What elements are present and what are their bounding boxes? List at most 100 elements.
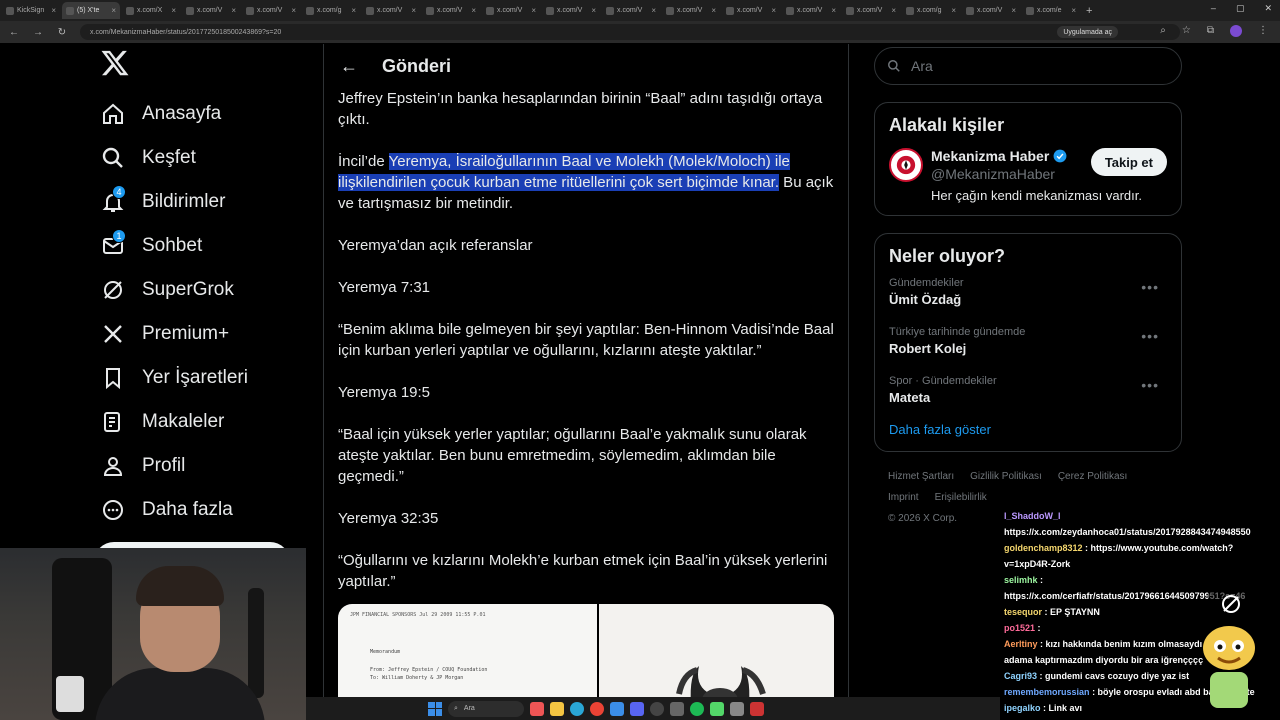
- footer-link[interactable]: Erişilebilirlik: [935, 492, 987, 503]
- obs-icon[interactable]: [650, 701, 664, 716]
- profile-avatar-icon[interactable]: [1230, 25, 1242, 37]
- widgets-icon[interactable]: [530, 701, 544, 716]
- tab-close-icon[interactable]: ×: [951, 6, 956, 15]
- app-icon[interactable]: [670, 701, 684, 716]
- browser-tab[interactable]: x.com/V ×: [602, 2, 660, 19]
- reload-icon[interactable]: ↻: [56, 27, 68, 38]
- tab-close-icon[interactable]: ×: [711, 6, 716, 15]
- browser-tab[interactable]: x.com/V ×: [422, 2, 480, 19]
- spotify-icon[interactable]: [690, 701, 704, 716]
- browser-tab[interactable]: (5) X'te ×: [62, 2, 120, 19]
- minimize-icon[interactable]: –: [1211, 3, 1216, 14]
- edge-icon[interactable]: [570, 701, 584, 716]
- tab-close-icon[interactable]: ×: [831, 6, 836, 15]
- trend-item[interactable]: Türkiye tarihinde gündemde Robert Kolej ••…: [889, 318, 1167, 367]
- address-bar[interactable]: x.com/MekanizmaHaber/status/201772501850…: [80, 24, 1180, 40]
- bookmark-star-icon[interactable]: ☆: [1182, 25, 1191, 37]
- close-window-icon[interactable]: ✕: [1264, 3, 1272, 14]
- browser-tab[interactable]: x.com/V ×: [362, 2, 420, 19]
- taskbar-search[interactable]: ⌕ Ara: [448, 700, 524, 717]
- app-icon[interactable]: [610, 701, 624, 716]
- related-person[interactable]: Mekanizma Haber @MekanizmaHaber Her çağı…: [889, 148, 1167, 203]
- trend-item[interactable]: Spor · Gündemdekiler Mateta •••: [889, 367, 1167, 416]
- browser-tab[interactable]: x.com/V ×: [722, 2, 780, 19]
- person-bio: Her çağın kendi mekanizması vardır.: [931, 188, 1142, 203]
- goat-image[interactable]: [599, 604, 834, 704]
- follow-button[interactable]: Takip et: [1090, 148, 1167, 176]
- more-options-icon[interactable]: •••: [1141, 279, 1159, 295]
- maximize-icon[interactable]: ▢: [1236, 3, 1245, 14]
- nav-item-sohbet[interactable]: 1 Sohbet: [96, 224, 316, 268]
- x-logo-icon[interactable]: [100, 48, 134, 82]
- tab-close-icon[interactable]: ×: [231, 6, 236, 15]
- browser-tab[interactable]: x.com/V ×: [662, 2, 720, 19]
- nav-item-profil[interactable]: Profil: [96, 444, 316, 488]
- browser-tab[interactable]: x.com/V ×: [542, 2, 600, 19]
- nav-item-makaleler[interactable]: Makaleler: [96, 400, 316, 444]
- browser-tab[interactable]: x.com/V ×: [782, 2, 840, 19]
- document-image[interactable]: JPM FINANCIAL SPONSORS Jul 29 2009 11:55…: [338, 604, 597, 704]
- footer-link[interactable]: Hizmet Şartları: [888, 471, 954, 482]
- back-nav-icon[interactable]: ←: [8, 27, 20, 38]
- tab-close-icon[interactable]: ×: [351, 6, 356, 15]
- zoom-icon[interactable]: ⌕: [1160, 25, 1166, 37]
- open-in-app-button[interactable]: Uygulamada aç: [1057, 26, 1118, 38]
- nav-item-keşfet[interactable]: Keşfet: [96, 136, 316, 180]
- tab-close-icon[interactable]: ×: [51, 6, 56, 15]
- chrome-icon[interactable]: [590, 701, 604, 716]
- nav-item-yer-i-şaretleri[interactable]: Yer İşaretleri: [96, 356, 316, 400]
- windows-start-icon[interactable]: [428, 701, 442, 716]
- tab-close-icon[interactable]: ×: [471, 6, 476, 15]
- browser-tab[interactable]: x.com/V ×: [842, 2, 900, 19]
- tab-close-icon[interactable]: ×: [891, 6, 896, 15]
- chat-message: https://x.com/zeydanhoca01/status/201792…: [1004, 524, 1274, 540]
- nav-item-bildirimler[interactable]: 4 Bildirimler: [96, 180, 316, 224]
- footer-link[interactable]: Gizlilik Politikası: [970, 471, 1042, 482]
- file-explorer-icon[interactable]: [550, 701, 564, 716]
- discord-icon[interactable]: [630, 701, 644, 716]
- tab-close-icon[interactable]: ×: [1011, 6, 1016, 15]
- browser-tab[interactable]: KickSign ×: [2, 2, 60, 19]
- tab-close-icon[interactable]: ×: [111, 6, 116, 15]
- browser-tab[interactable]: x.com/X ×: [122, 2, 180, 19]
- post-media[interactable]: JPM FINANCIAL SPONSORS Jul 29 2009 11:55…: [338, 604, 834, 704]
- tab-close-icon[interactable]: ×: [171, 6, 176, 15]
- browser-tab[interactable]: x.com/V ×: [182, 2, 240, 19]
- tab-close-icon[interactable]: ×: [291, 6, 296, 15]
- more-options-icon[interactable]: •••: [1141, 328, 1159, 344]
- footer-link[interactable]: Çerez Politikası: [1058, 471, 1127, 482]
- nav-item-premium-[interactable]: Premium+: [96, 312, 316, 356]
- app-icon[interactable]: [750, 701, 764, 716]
- trend-name: Robert Kolej: [889, 341, 967, 356]
- browser-tab[interactable]: x.com/V ×: [242, 2, 300, 19]
- show-more-link[interactable]: Daha fazla göster: [889, 422, 1167, 437]
- app-icon[interactable]: [710, 701, 724, 716]
- nav-item-daha-fazla[interactable]: Daha fazla: [96, 488, 316, 532]
- tab-close-icon[interactable]: ×: [591, 6, 596, 15]
- post-paragraph[interactable]: İncil’de Yeremya, İsrailoğullarının Baal…: [338, 151, 834, 214]
- browser-tab[interactable]: x.com/V ×: [482, 2, 540, 19]
- nav-item-anasayfa[interactable]: Anasayfa: [96, 92, 316, 136]
- menu-icon[interactable]: ⋮: [1258, 25, 1268, 37]
- nav-item-supergrok[interactable]: SuperGrok: [96, 268, 316, 312]
- more-options-icon[interactable]: •••: [1141, 377, 1159, 393]
- footer-link[interactable]: Imprint: [888, 492, 919, 503]
- browser-tab[interactable]: x.com/g ×: [302, 2, 360, 19]
- avatar[interactable]: [889, 148, 923, 182]
- app-icon[interactable]: [730, 701, 744, 716]
- browser-tab[interactable]: x.com/e ×: [1022, 2, 1080, 19]
- forward-nav-icon[interactable]: →: [32, 27, 44, 38]
- back-arrow-icon[interactable]: ←: [340, 56, 360, 77]
- trend-item[interactable]: Gündemdekiler Ümit Özdağ •••: [889, 269, 1167, 318]
- browser-tab[interactable]: x.com/g ×: [902, 2, 960, 19]
- tab-close-icon[interactable]: ×: [771, 6, 776, 15]
- tab-favicon-icon: [366, 6, 374, 15]
- browser-tab[interactable]: x.com/V ×: [962, 2, 1020, 19]
- tab-close-icon[interactable]: ×: [531, 6, 536, 15]
- tab-close-icon[interactable]: ×: [1071, 6, 1076, 15]
- search-input[interactable]: Ara: [874, 47, 1182, 85]
- tab-close-icon[interactable]: ×: [651, 6, 656, 15]
- extensions-icon[interactable]: ⧉: [1207, 25, 1214, 37]
- tab-close-icon[interactable]: ×: [411, 6, 416, 15]
- new-tab-icon[interactable]: +: [1086, 5, 1092, 17]
